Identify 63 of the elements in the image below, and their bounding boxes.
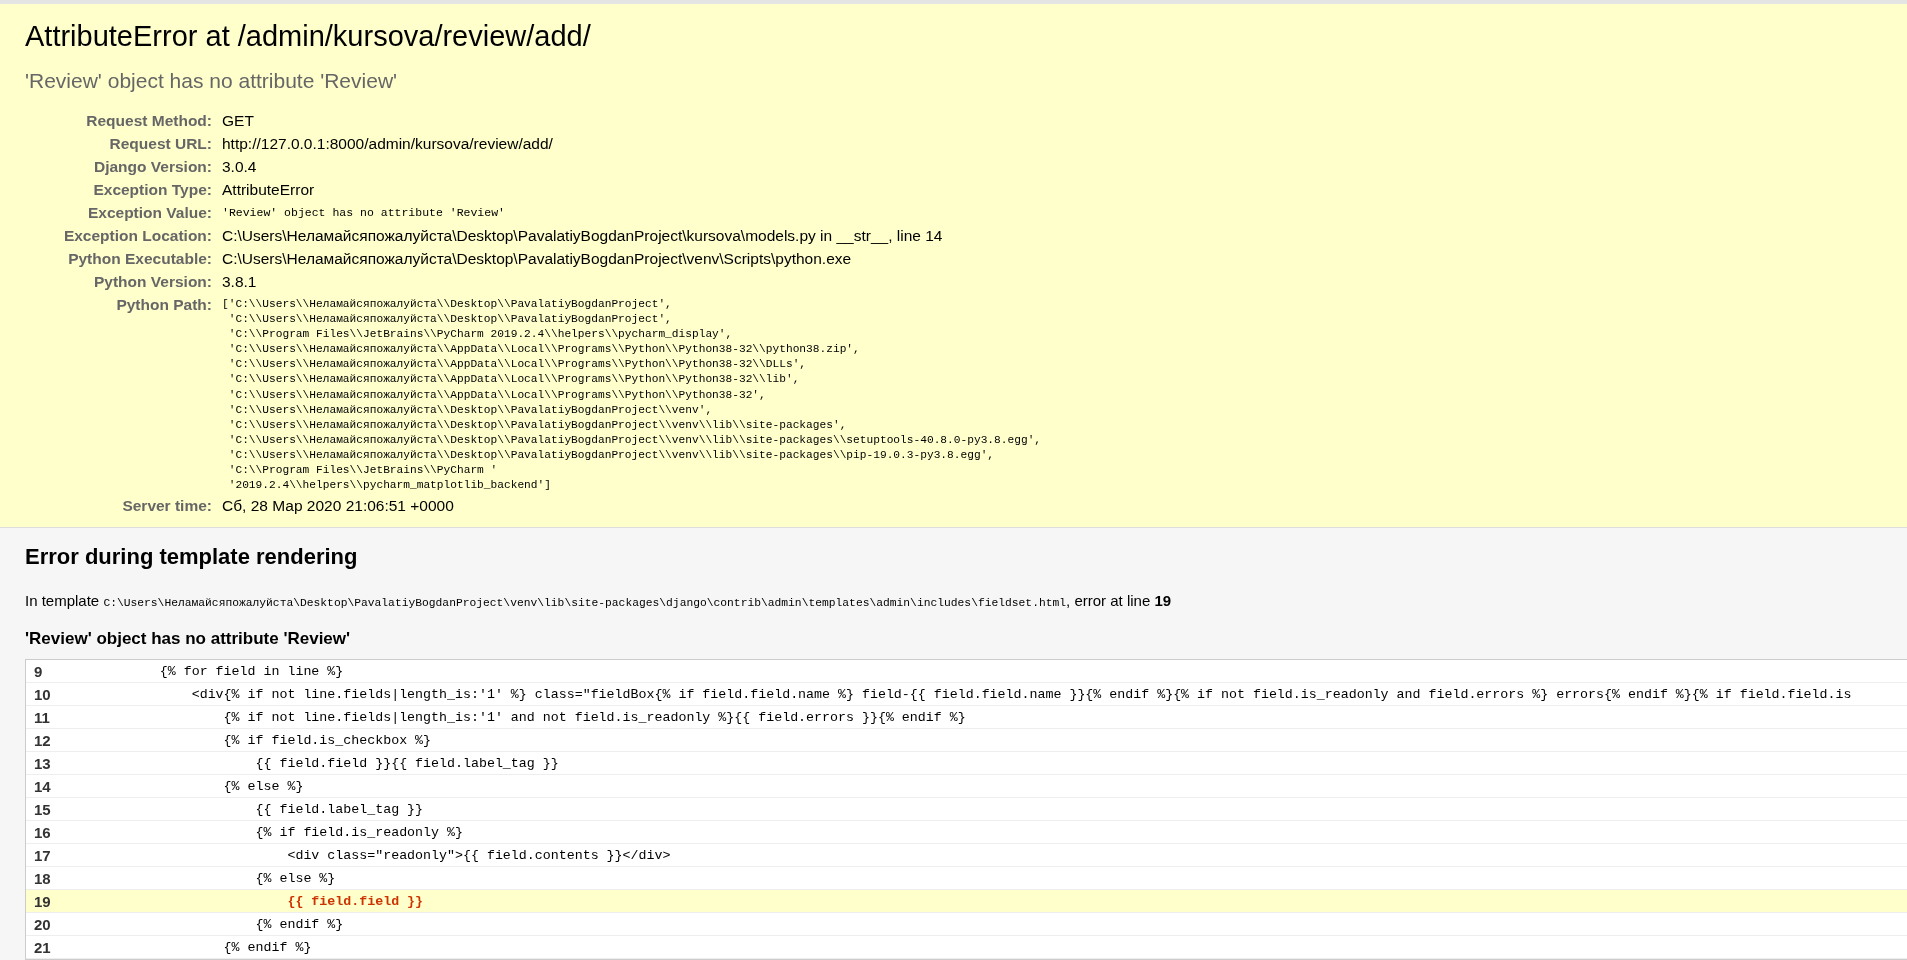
meta-value: AttributeError [222, 180, 316, 200]
python-path-line: 'C:\\Users\\Неламайсяпожалуйста\\AppData\\Local\\Programs\\Python\\Python38-32\\python38.zip', [227, 342, 861, 358]
python-path-line: 'C:\\Users\\Неламайсяпожалуйста\\Desktop\\PavalatiyBogdanProject', [227, 312, 673, 328]
code-line: <div class="readonly">{{ field.contents }}</div> [286, 847, 671, 863]
meta-label: Python Version: [25, 270, 222, 293]
line-number: 12 [33, 731, 52, 749]
section-heading: Error during template rendering [25, 544, 359, 571]
meta-label: Exception Type: [25, 178, 222, 201]
code-line: {% else %} [222, 778, 304, 794]
code-line: {{ field.field }}{{ field.label_tag }} [254, 755, 559, 771]
python-path-line: '2019.2.4\\helpers\\pycharm_matplotlib_backend'] [227, 478, 552, 494]
line-number: 16 [33, 823, 52, 841]
code-line: <div{% if not line.fields|length_is:'1' %} class="fieldBox{% if field.field.name %} field-{{ field.field.name }}{% endif %}{% if not field.is_readonly and field.errors %} errors{% endif %}{% if field.field.is [190, 686, 1852, 702]
python-path-line: 'C:\\Users\\Неламайсяпожалуйста\\Desktop\\PavalatiyBogdanProject\\venv\\lib\\site-packages\\pip-19.0.3-py3.8.egg', [227, 447, 996, 463]
meta-value: http://127.0.0.1:8000/admin/kursova/review/add/ [222, 134, 554, 154]
meta-label: Python Path: [115, 295, 213, 315]
meta-value: C:\Users\Неламайсяпожалуйста\Desktop\PavalatiyBogdanProject\kursova\models.py in __str__, line 14 [222, 226, 944, 246]
meta-value: GET [222, 111, 255, 131]
meta-value: 'Review' object has no attribute 'Review' [222, 205, 506, 221]
line-number: 19 [33, 892, 52, 910]
python-path-line: 'C:\\Program Files\\JetBrains\\PyCharm ' [227, 463, 499, 479]
meta-label: Django Version: [25, 155, 222, 178]
line-number: 14 [33, 777, 52, 795]
line-number: 10 [33, 685, 52, 703]
meta-label: Exception Location: [25, 224, 222, 247]
line-number: 20 [33, 915, 52, 933]
code-line: {% endif %} [222, 939, 312, 955]
code-line: {% endif %} [254, 916, 344, 932]
code-line: {{ field.field }} [286, 893, 424, 909]
meta-value: Сб, 28 Мар 2020 21:06:51 +0000 [222, 496, 455, 517]
code-line: {% if field.is_checkbox %} [222, 732, 432, 748]
template-error-location: In template C:\Users\Неламайсяпожалуйста\Desktop\PavalatiyBogdanProject\venv\lib\site-packages\django\contrib\admin\templates\admin\includes\fieldset.html, error at line 19 [25, 592, 1173, 610]
meta-label: Server time: [25, 494, 222, 518]
python-path-line: 'C:\\Users\\Неламайсяпожалуйста\\Desktop\\PavalatiyBogdanProject\\venv\\lib\\site-packages', [227, 417, 848, 433]
python-path-line: 'C:\\Users\\Неламайсяпожалуйста\\AppData\\Local\\Programs\\Python\\Python38-32\\DLLs', [227, 357, 808, 373]
code-line: {% if field.is_readonly %} [254, 824, 463, 840]
python-path-line: 'C:\\Users\\Неламайсяпожалуйста\\AppData\\Local\\Programs\\Python\\Python38-32', [227, 387, 767, 403]
line-number: 11 [33, 708, 51, 726]
python-path-line: 'C:\\Program Files\\JetBrains\\PyCharm 2019.2.4\\helpers\\pycharm_display', [227, 327, 734, 343]
code-line: {% for field in line %} [158, 663, 344, 679]
line-number: 17 [33, 846, 52, 864]
meta-label: Request Method: [25, 109, 222, 132]
template-error-message: 'Review' object has no attribute 'Review' [25, 629, 352, 650]
error-message: 'Review' object has no attribute 'Review' [25, 69, 399, 93]
line-number: 15 [33, 800, 52, 818]
line-number: 13 [33, 754, 52, 772]
meta-value: 3.8.1 [222, 272, 258, 292]
line-number: 9 [33, 662, 44, 680]
code-line: {% else %} [254, 870, 336, 886]
meta-value: C:\Users\Неламайсяпожалуйста\Desktop\PavalatiyBogdanProject\venv\Scripts\python.exe [222, 249, 853, 269]
meta-label: Request URL: [108, 134, 213, 154]
code-line: {% if not line.fields|length_is:'1' and not field.is_readonly %}{{ field.errors }}{% endif %} [222, 709, 966, 725]
python-path-line: ['C:\\Users\\Неламайсяпожалуйста\\Desktop\\PavalatiyBogdanProject', [222, 297, 673, 312]
meta-label: Python Executable: [25, 247, 222, 270]
error-title: AttributeError at /admin/kursova/review/add/ [25, 20, 592, 53]
code-line: {{ field.label_tag }} [254, 801, 424, 817]
line-number: 21 [33, 938, 52, 956]
line-number: 18 [33, 869, 52, 887]
meta-label: Exception Value: [86, 203, 213, 223]
python-path-line: 'C:\\Users\\Неламайсяпожалуйста\\Desktop\\PavalatiyBogdanProject\\venv\\lib\\site-packages\\setuptools-40.8.0-py3.8.egg', [227, 432, 1042, 448]
python-path-line: 'C:\\Users\\Неламайсяпожалуйста\\AppData\\Local\\Programs\\Python\\Python38-32\\lib', [227, 372, 801, 388]
python-path-line: 'C:\\Users\\Неламайсяпожалуйста\\Desktop\\PavalatiyBogdanProject\\venv', [227, 402, 714, 418]
meta-value: 3.0.4 [222, 157, 258, 177]
